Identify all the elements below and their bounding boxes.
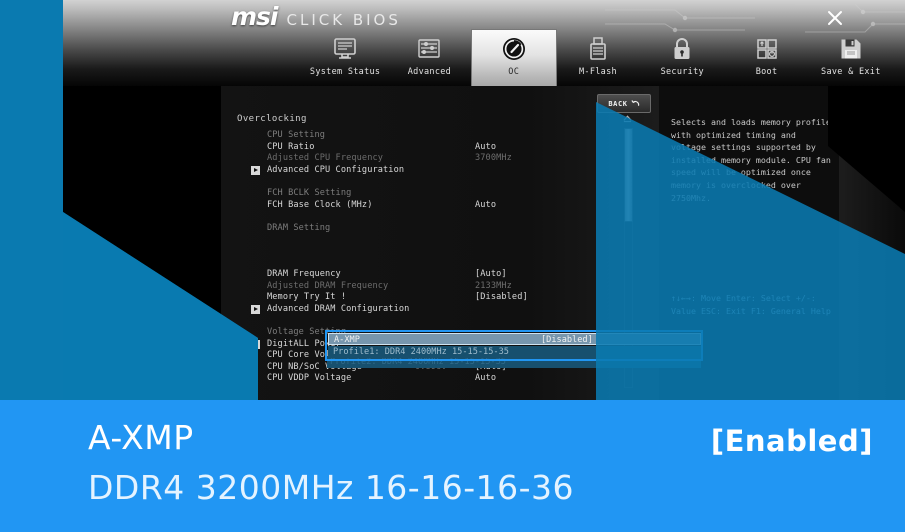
monitor-icon [333,34,357,64]
row-label: Memory Try It ! [267,292,347,303]
row-spacer [237,316,637,328]
padlock-icon [671,34,693,64]
nav-label: Save & Exit [821,67,881,77]
row-spacer [237,176,637,188]
row-label: DRAM Setting [267,222,331,233]
submenu-arrow-icon [251,165,260,175]
banner-title: A-XMP [88,418,194,457]
settings-row[interactable]: Memory Try It ! [Disabled] [237,292,637,304]
nav-label: System Status [309,67,381,77]
key-legend: ↑↓←→: Move Enter: Select +/-: Value ESC:… [671,293,831,316]
nav-item-oc[interactable]: OC [471,30,556,86]
nav-item-system-status[interactable]: System Status [303,30,387,86]
bios-screen: msi CLICK BIOS System Status Advanced OC… [0,0,905,532]
panel-right-edge [839,86,905,400]
row-label: Advanced DRAM Configuration [267,303,410,314]
row-value: 3700MHz [475,153,512,164]
settings-row: DRAM Setting [237,223,637,235]
nav-label: Security [660,67,704,77]
nav-label: M-Flash [579,67,617,77]
settings-row[interactable]: Advanced DRAM Configuration [237,304,637,316]
boot-tiles-icon [755,34,779,64]
settings-row[interactable]: Advanced CPU Configuration [237,165,637,177]
logo-msi-text: msi [231,2,278,31]
row-label: FCH Base Clock (MHz) [267,199,373,210]
row-label: CPU Setting [267,130,326,140]
a-xmp-selected-row[interactable]: A-XMP [Disabled] [328,333,701,345]
brand-logo: msi CLICK BIOS [231,2,401,31]
settings-row[interactable]: Adjusted DRAM Frequency 2133MHz [237,281,637,293]
close-icon[interactable] [823,6,847,30]
a-xmp-option-label: Profile1: DDR4 2400MHz 15-15-15-35 [333,347,509,357]
floppy-disk-icon [839,34,863,64]
submenu-arrow-icon [251,339,260,349]
row-spacer [237,246,637,258]
nav-item-m-flash[interactable]: M-Flash [556,30,640,86]
sliders-icon [417,34,441,64]
row-value: Auto [475,199,497,210]
return-arrow-icon [631,100,639,106]
nav-label: OC [508,67,520,77]
title-bar: msi CLICK BIOS System Status Advanced OC… [63,0,905,86]
banner-subtitle: DDR4 3200MHz 16-16-16-36 [88,468,575,507]
left-accent-rail [0,0,63,400]
settings-row[interactable]: CPU VDDP Voltage Auto [237,373,637,385]
nav-label: Advanced [407,67,452,77]
a-xmp-value: [Disabled] [541,335,593,345]
help-text: Selects and loads memory profile with op… [671,117,831,203]
a-xmp-label: A-XMP [334,335,360,345]
nav-item-security[interactable]: Security [640,30,724,86]
nav-item-save-exit[interactable]: Save & Exit [809,30,893,86]
usb-drive-icon [587,34,609,64]
bios-body: Overclocking BACK CPU Setting CPU Ratio Au… [63,86,905,400]
home-up-icon[interactable] [623,114,632,123]
row-value: 2133MHz [475,280,512,291]
row-label: FCH BCLK Setting [267,187,352,198]
row-spacer [237,258,637,270]
a-xmp-dropdown[interactable]: A-XMP [Disabled] Profile1: DDR4 2400MHz … [325,330,703,361]
row-label: CPU VDDP Voltage [267,373,352,384]
settings-row: CPU Setting [237,130,637,142]
page-title: Overclocking [237,114,307,124]
banner-state-badge: [Enabled] [710,424,873,458]
row-label: DRAM Frequency [267,269,341,280]
row-label: CPU Ratio [267,141,315,152]
back-button[interactable]: BACK [597,94,651,113]
settings-row[interactable]: FCH Base Clock (MHz) Auto [237,200,637,212]
row-value: Auto [475,141,497,152]
nav-item-advanced[interactable]: Advanced [387,30,471,86]
highlight-banner: A-XMP DDR4 3200MHz 16-16-16-36 [Enabled] [0,400,905,532]
row-value: Auto [475,373,497,384]
row-spacer [237,211,637,223]
submenu-arrow-icon [251,304,260,314]
nav-label: Boot [755,67,778,77]
gauge-icon [501,34,527,64]
row-value: [Disabled] [475,292,528,303]
back-label: BACK [608,99,628,108]
settings-row[interactable]: CPU Ratio Auto [237,142,637,154]
row-spacer [237,234,637,246]
row-label: Adjusted DRAM Frequency [267,280,389,291]
settings-row[interactable]: Adjusted CPU Frequency 3700MHz [237,153,637,165]
row-label: Adjusted CPU Frequency [267,153,384,164]
row-value: [Auto] [475,269,507,280]
nav-item-boot[interactable]: Boot [724,30,808,86]
a-xmp-option-profile1[interactable]: Profile1: DDR4 2400MHz 15-15-15-35 [328,346,701,358]
row-label: Advanced CPU Configuration [267,164,405,175]
logo-clickbios-text: CLICK BIOS [286,11,401,29]
settings-row[interactable]: DRAM Frequency [Auto] [237,269,637,281]
main-nav[interactable]: System Status Advanced OC M-Flash Securi… [303,30,893,86]
settings-row: FCH BCLK Setting [237,188,637,200]
